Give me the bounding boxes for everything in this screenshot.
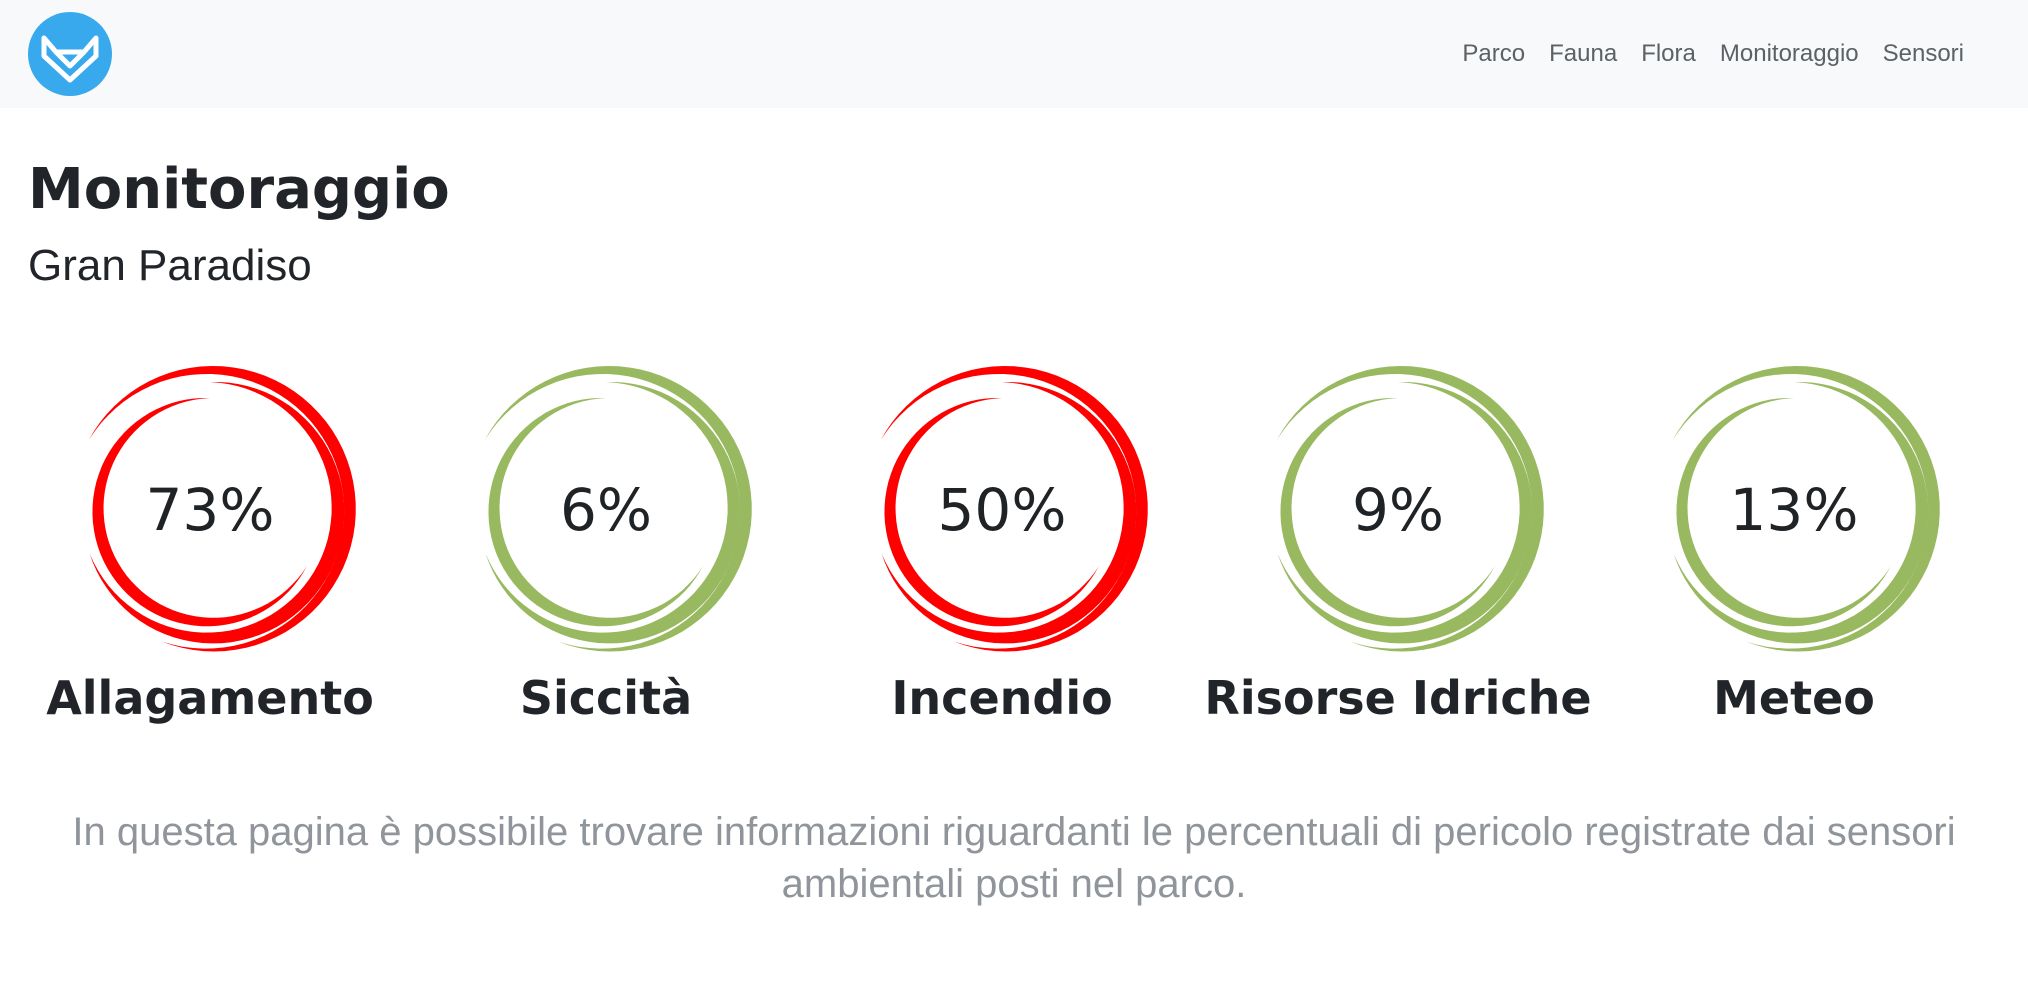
gauge-meteo: 13% Meteo [1624, 360, 1964, 740]
gauge-row: 73% Allagamento 6% Siccità 50% Incendio … [0, 360, 2028, 740]
nav-link-sensori[interactable]: Sensori [1883, 38, 1964, 70]
gauge-value: 13% [1729, 476, 1859, 544]
gauge-label: Meteo [1713, 671, 1875, 725]
gauge-label: Allagamento [46, 671, 374, 725]
nav-link-parco[interactable]: Parco [1462, 38, 1525, 70]
nav-link-monitoraggio[interactable]: Monitoraggio [1720, 38, 1859, 70]
nav-link-fauna[interactable]: Fauna [1549, 38, 1617, 70]
gauge-label: Incendio [891, 671, 1113, 725]
nav-link-flora[interactable]: Flora [1641, 38, 1696, 70]
gauge-siccita: 6% Siccità [436, 360, 776, 740]
navbar: Parco Fauna Flora Monitoraggio Sensori [0, 0, 2028, 108]
gauge-allagamento: 73% Allagamento [40, 360, 380, 740]
fox-head-icon [41, 35, 99, 83]
gauge-incendio: 50% Incendio [832, 360, 1172, 740]
gauge-value: 9% [1351, 476, 1444, 544]
gauge-value: 50% [937, 476, 1067, 544]
gauge-value: 73% [145, 476, 275, 544]
page-description: In questa pagina è possibile trovare inf… [72, 810, 1956, 906]
page-subtitle: Gran Paradiso [28, 241, 312, 290]
gauge-label: Siccità [519, 671, 693, 725]
page-title: Monitoraggio [28, 157, 450, 222]
nav-links: Parco Fauna Flora Monitoraggio Sensori [1462, 38, 1964, 70]
gauge-label: Risorse Idriche [1204, 671, 1592, 725]
gauge-risorse-idriche: 9% Risorse Idriche [1204, 360, 1592, 740]
gauge-value: 6% [559, 476, 652, 544]
brand-logo[interactable] [28, 12, 112, 96]
